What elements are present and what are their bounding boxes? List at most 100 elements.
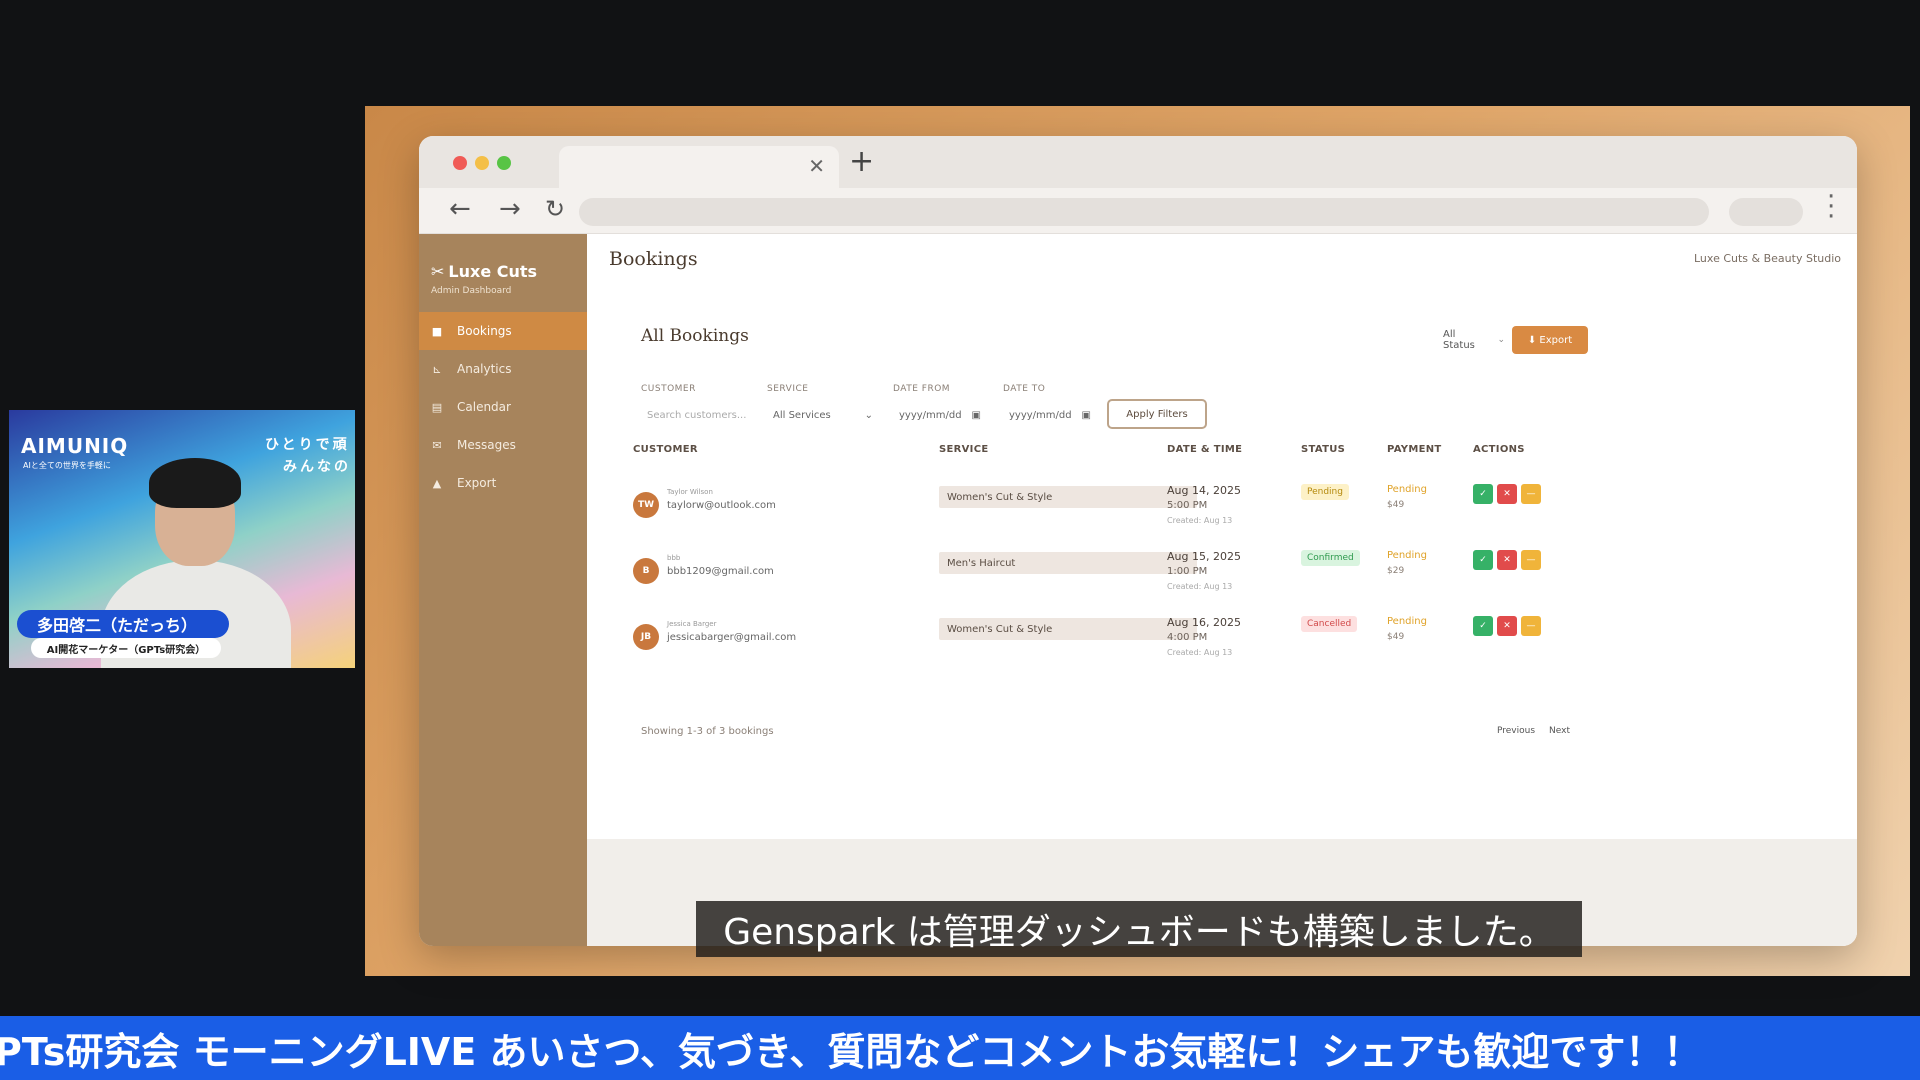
date-from-label: DATE FROM bbox=[893, 384, 951, 394]
booking-time: 5:00 PM bbox=[1167, 500, 1208, 511]
live-ticker-banner: PTs研究会 モーニングLIVE あいさつ、気づき、質問などコメントお気軽に！シ… bbox=[0, 1016, 1920, 1080]
service-select[interactable]: All Services ⌄ bbox=[767, 402, 879, 428]
service-pill: Men's Haircut bbox=[939, 552, 1197, 574]
presenter-name: 多田啓二（ただっち） bbox=[17, 610, 229, 638]
window-minimize-dot[interactable] bbox=[475, 156, 489, 170]
booking-created: Created: Aug 13 bbox=[1167, 516, 1233, 525]
more-dash-icon[interactable]: — bbox=[1521, 616, 1541, 636]
aimuniq-logo: AIMUNIQ bbox=[21, 434, 129, 458]
chevron-down-icon: ⌄ bbox=[1497, 335, 1505, 345]
status-badge: Cancelled bbox=[1301, 616, 1358, 632]
page-title: Bookings bbox=[609, 248, 698, 270]
more-dash-icon[interactable]: — bbox=[1521, 550, 1541, 570]
sidebar-item-export[interactable]: ▲ Export bbox=[419, 464, 587, 502]
export-button[interactable]: ⬇ Export bbox=[1512, 326, 1588, 354]
chevron-down-icon: ⌄ bbox=[864, 409, 873, 421]
sidebar-item-bookings[interactable]: ■ Bookings bbox=[419, 312, 587, 350]
booking-date: Aug 14, 2025 bbox=[1167, 484, 1241, 497]
window-close-dot[interactable] bbox=[453, 156, 467, 170]
export-button-label: Export bbox=[1539, 334, 1573, 346]
cancel-x-icon[interactable]: ✕ bbox=[1497, 550, 1517, 570]
ticker-text: PTs研究会 モーニングLIVE あいさつ、気づき、質問などコメントお気軽に！シ… bbox=[0, 1029, 1702, 1074]
booking-created: Created: Aug 13 bbox=[1167, 582, 1233, 591]
calendar-icon[interactable]: ▣ bbox=[972, 410, 981, 421]
brand-logo: ✂ Luxe Cuts bbox=[431, 262, 537, 281]
video-subtitle: Genspark は管理ダッシュボードも構築しました。 bbox=[696, 901, 1582, 957]
booking-time: 1:00 PM bbox=[1167, 566, 1208, 577]
date-from-input[interactable]: yyyy/mm/dd ▣ bbox=[893, 402, 987, 428]
payment-amount: $49 bbox=[1387, 500, 1405, 510]
column-header-service: SERVICE bbox=[939, 444, 989, 455]
service-pill: Women's Cut & Style bbox=[939, 486, 1197, 508]
column-header-payment: PAYMENT bbox=[1387, 444, 1442, 455]
avatar: B bbox=[633, 558, 659, 584]
confirm-check-icon[interactable]: ✓ bbox=[1473, 616, 1493, 636]
main-content: Bookings Luxe Cuts & Beauty Studio All B… bbox=[587, 234, 1857, 946]
new-tab-plus-icon[interactable]: + bbox=[849, 144, 874, 179]
status-filter-select[interactable]: All Status ⌄ bbox=[1433, 328, 1505, 352]
payment-status: Pending bbox=[1387, 484, 1427, 495]
calendar-icon[interactable]: ▣ bbox=[1082, 410, 1091, 421]
status-badge: Pending bbox=[1301, 484, 1349, 500]
browser-tab[interactable]: ✕ bbox=[559, 146, 839, 188]
sidebar-item-calendar[interactable]: ▤ Calendar bbox=[419, 388, 587, 426]
tab-close-icon[interactable]: ✕ bbox=[808, 154, 825, 178]
customer-email: bbb1209@gmail.com bbox=[667, 566, 774, 577]
sidebar-item-analytics[interactable]: ⊾ Analytics bbox=[419, 350, 587, 388]
brand-subtitle: Admin Dashboard bbox=[431, 286, 512, 296]
payment-status: Pending bbox=[1387, 616, 1427, 627]
sidebar-item-label: Analytics bbox=[457, 362, 512, 376]
column-header-status: STATUS bbox=[1301, 444, 1346, 455]
apply-filters-button[interactable]: Apply Filters bbox=[1107, 399, 1207, 429]
back-arrow-icon[interactable]: ← bbox=[449, 194, 471, 224]
presenter-hair bbox=[149, 458, 241, 508]
cancel-x-icon[interactable]: ✕ bbox=[1497, 616, 1517, 636]
card-title: All Bookings bbox=[641, 326, 749, 346]
sidebar-item-label: Calendar bbox=[457, 400, 511, 414]
sidebar-item-label: Export bbox=[457, 476, 497, 490]
window-maximize-dot[interactable] bbox=[497, 156, 511, 170]
studio-name: Luxe Cuts & Beauty Studio bbox=[1694, 252, 1841, 265]
reload-icon[interactable]: ↻ bbox=[545, 195, 565, 223]
avatar: JB bbox=[633, 624, 659, 650]
booking-date: Aug 15, 2025 bbox=[1167, 550, 1241, 563]
booking-date: Aug 16, 2025 bbox=[1167, 616, 1241, 629]
payment-amount: $29 bbox=[1387, 566, 1405, 576]
download-icon: ⬇ bbox=[1527, 334, 1540, 346]
date-to-value: yyyy/mm/dd bbox=[1009, 409, 1072, 421]
browser-window: ✕ + ← → ↻ · · · ✂ Luxe Cuts Admin Dashboard… bbox=[419, 136, 1857, 946]
next-page-button[interactable]: Next bbox=[1549, 726, 1570, 736]
table-row: JB Jessica Barger jessicabarger@gmail.co… bbox=[625, 616, 1585, 698]
more-dash-icon[interactable]: — bbox=[1521, 484, 1541, 504]
date-from-value: yyyy/mm/dd bbox=[899, 409, 962, 421]
status-filter-value: All Status bbox=[1443, 329, 1475, 351]
service-select-value: All Services bbox=[773, 409, 831, 421]
brand-name: Luxe Cuts bbox=[448, 262, 538, 281]
booking-created: Created: Aug 13 bbox=[1167, 648, 1233, 657]
booking-time: 4:00 PM bbox=[1167, 632, 1208, 643]
service-filter-label: SERVICE bbox=[767, 384, 809, 394]
cancel-x-icon[interactable]: ✕ bbox=[1497, 484, 1517, 504]
confirm-check-icon[interactable]: ✓ bbox=[1473, 484, 1493, 504]
customer-filter-label: CUSTOMER bbox=[641, 384, 696, 394]
sidebar: ✂ Luxe Cuts Admin Dashboard ■ Bookings ⊾ … bbox=[419, 234, 587, 946]
pagination-summary: Showing 1-3 of 3 bookings bbox=[641, 726, 774, 737]
date-to-input[interactable]: yyyy/mm/dd ▣ bbox=[1003, 402, 1097, 428]
previous-page-button[interactable]: Previous bbox=[1497, 726, 1535, 736]
download-icon: ▲ bbox=[432, 476, 442, 490]
sidebar-item-messages[interactable]: ✉ Messages bbox=[419, 426, 587, 464]
extension-button[interactable] bbox=[1729, 198, 1803, 226]
payment-status: Pending bbox=[1387, 550, 1427, 561]
column-header-actions: ACTIONS bbox=[1473, 444, 1525, 455]
browser-menu-icon[interactable]: · · · bbox=[1827, 184, 1835, 230]
confirm-check-icon[interactable]: ✓ bbox=[1473, 550, 1493, 570]
customer-search-input[interactable]: Search customers... bbox=[641, 402, 751, 428]
forward-arrow-icon[interactable]: → bbox=[499, 194, 521, 224]
calendar-square-icon: ■ bbox=[431, 324, 443, 338]
aimuniq-logo-subtitle: AIと全ての世界を手軽に bbox=[23, 461, 111, 470]
customer-name: Jessica Barger bbox=[667, 620, 717, 628]
customer-name: bbb bbox=[667, 554, 681, 562]
bookings-card: All Bookings All Status ⌄ ⬇ Export CUSTO… bbox=[625, 302, 1588, 822]
address-bar[interactable] bbox=[579, 198, 1709, 226]
customer-email: jessicabarger@gmail.com bbox=[667, 632, 797, 643]
